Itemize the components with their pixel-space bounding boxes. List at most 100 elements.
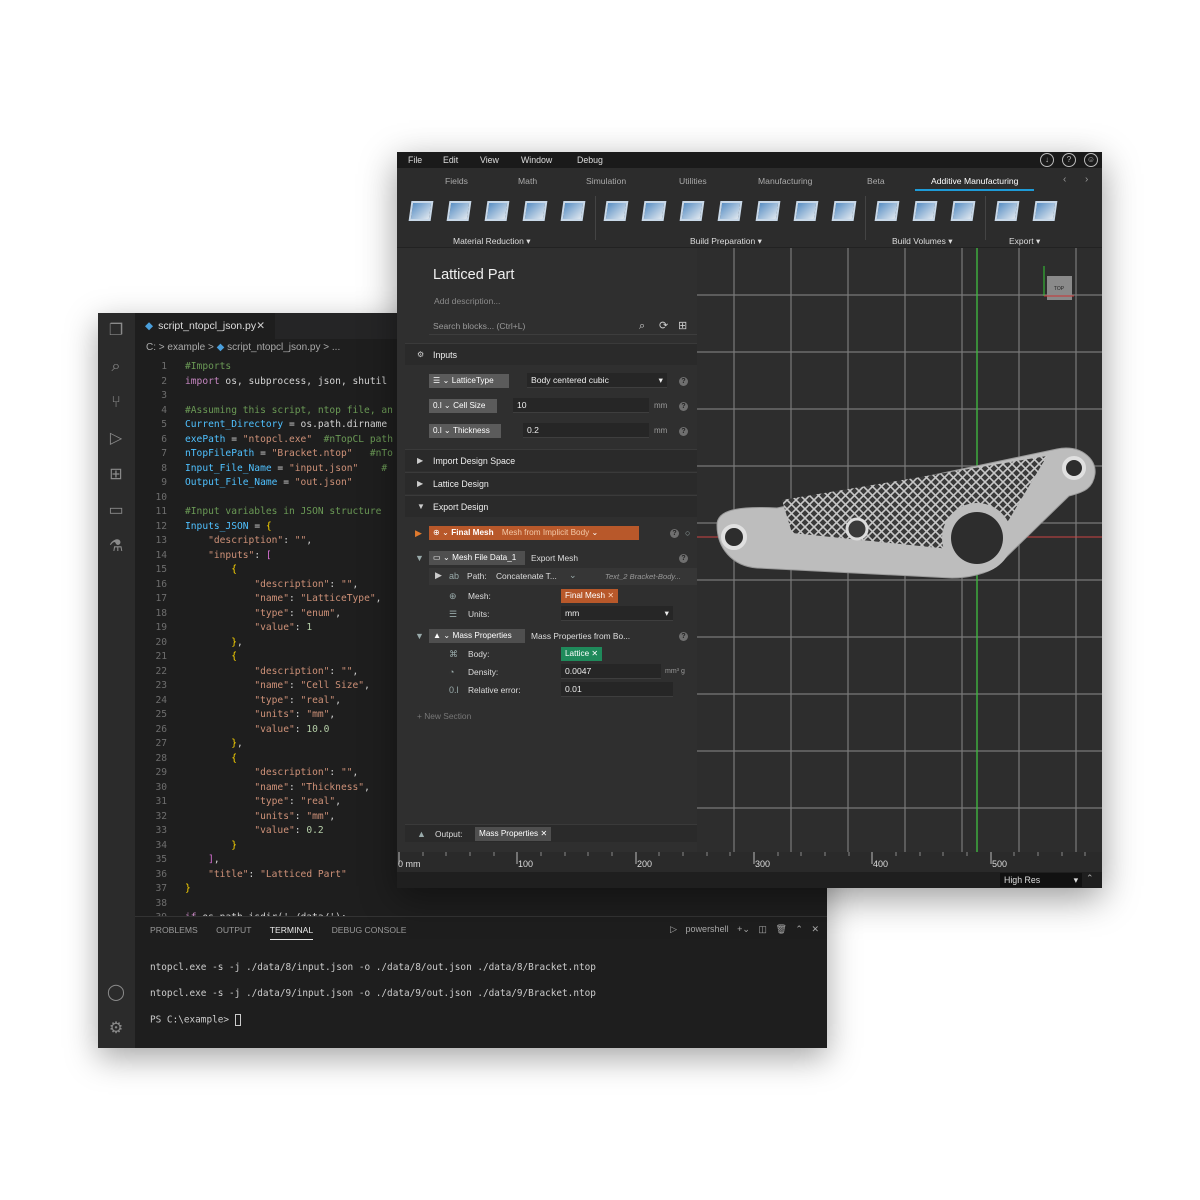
description-field[interactable]: Add description... [434,296,500,306]
settings-gear-icon[interactable]: ⚙ [106,1019,126,1039]
chevron-left-icon[interactable]: ‹ [1063,174,1066,185]
code-line[interactable]: 29 "description": "", [135,766,358,781]
code-line[interactable]: 22 "description": "", [135,665,358,680]
tab-simulation[interactable]: Simulation [586,176,626,186]
tab-terminal[interactable]: TERMINAL [269,925,314,940]
build-prep-tool-3-icon[interactable] [678,198,706,226]
group-build-preparation[interactable]: Build Preparation ▾ [690,236,762,247]
code-line[interactable]: 20 }, [135,636,242,651]
material-reduction-tool-5-icon[interactable] [559,198,587,226]
menu-window[interactable]: Window [521,152,552,168]
group-export[interactable]: Export ▾ [1009,236,1040,247]
explorer-icon[interactable]: ❐ [106,321,126,341]
mesh-row[interactable]: ⊕ Mesh: Final Mesh ✕ [441,587,697,605]
section-inputs[interactable]: ⚙ Inputs [405,343,697,365]
code-line[interactable]: 17 "name": "LatticeType", [135,592,381,607]
code-line[interactable]: 34 } [135,839,237,854]
extensions-icon[interactable]: ⊞ [106,465,126,485]
notebook-title[interactable]: Latticed Part [433,267,514,283]
export-tool-2-icon[interactable] [1031,198,1059,226]
code-line[interactable]: 19 "value": 1 [135,621,312,636]
trash-icon[interactable]: 🗑 [775,924,786,934]
section-lattice-design[interactable]: ▶ Lattice Design [405,472,697,494]
testing-icon[interactable]: ⚗ [106,537,126,557]
tab-problems[interactable]: PROBLEMS [150,925,198,935]
code-line[interactable]: 6 exePath = "ntopcl.exe" #nTopCL path [135,433,393,448]
code-line[interactable]: 12 Inputs_JSON = { [135,520,271,535]
code-line[interactable]: 25 "units": "mm", [135,708,335,723]
code-line[interactable]: 28 { [135,752,237,767]
code-line[interactable]: 36 "title": "Latticed Part" [135,868,346,883]
code-line[interactable]: 1 #Imports [135,360,231,375]
tab-additive-manufacturing[interactable]: Additive Manufacturing [915,176,1035,191]
code-line[interactable]: 14 "inputs": [ [135,549,271,564]
code-line[interactable]: 31 "type": "real", [135,795,341,810]
build-prep-tool-7-icon[interactable] [830,198,858,226]
breadcrumb-file[interactable]: script_ntopcl_json.py [227,342,320,353]
build-volume-tool-3-icon[interactable] [949,198,977,226]
thickness-field[interactable]: 0.2 [523,423,649,438]
block-mesh-file-data[interactable]: ▼ ▭ ⌄ Mesh File Data_1 Export Mesh ? [415,549,697,567]
code-line[interactable]: 9 Output_File_Name = "out.json" [135,476,352,491]
close-panel-icon[interactable]: ✕ [811,924,819,934]
build-prep-tool-4-icon[interactable] [716,198,744,226]
group-build-volumes[interactable]: Build Volumes ▾ [892,236,953,247]
tab-math[interactable]: Math [518,176,537,186]
source-control-icon[interactable]: ⑂ [106,393,126,413]
menu-file[interactable]: File [408,152,422,168]
menu-debug[interactable]: Debug [577,152,603,168]
split-terminal-icon[interactable]: ◫ [758,924,767,934]
download-icon[interactable]: ↓ [1040,153,1054,167]
tab-beta[interactable]: Beta [867,176,885,186]
group-material-reduction[interactable]: Material Reduction ▾ [453,236,531,247]
code-line[interactable]: 2 import os, subprocess, json, shutil [135,375,387,390]
build-prep-tool-5-icon[interactable] [754,198,782,226]
density-row[interactable]: ◔ Density: 0.0047 mm³ g [441,663,697,681]
material-reduction-tool-3-icon[interactable] [483,198,511,226]
code-line[interactable]: 37} [135,882,190,897]
tab-utilities[interactable]: Utilities [679,176,707,186]
code-line[interactable]: 11 #Input variables in JSON structure [135,505,381,520]
help-icon[interactable]: ? [1062,153,1076,167]
body-row[interactable]: ⌘ Body: Lattice ✕ [441,645,697,663]
tab-manufacturing[interactable]: Manufacturing [758,176,812,186]
code-line[interactable]: 23 "name": "Cell Size", [135,679,369,694]
block-mass-properties[interactable]: ▼ ▲ ⌄ Mass Properties Mass Properties fr… [415,627,697,645]
input-row-cell-size[interactable]: 0.l ⌄ Cell Size 10 mm ? [429,397,697,415]
section-export-design[interactable]: ▼ Export Design [405,495,697,517]
build-prep-tool-2-icon[interactable] [640,198,668,226]
run-debug-icon[interactable]: ▷ [106,429,126,449]
code-line[interactable]: 33 "value": 0.2 [135,824,323,839]
code-line[interactable]: 26 "value": 10.0 [135,723,329,738]
code-line[interactable]: 35 ], [135,853,219,868]
density-field[interactable]: 0.0047 [561,664,661,679]
code-line[interactable]: 4 #Assuming this script, ntop file, an [135,404,393,419]
editor-tab[interactable]: ◆ script_ntopcl_json.py ✕ [135,313,275,339]
chevron-right-icon[interactable]: › [1085,174,1088,185]
code-line[interactable]: 5 Current_Directory = os.path.dirname [135,418,387,433]
code-line[interactable]: 3 [135,389,185,404]
material-reduction-tool-2-icon[interactable] [445,198,473,226]
output-chip[interactable]: Mass Properties ✕ [475,827,552,841]
code-line[interactable]: 8 Input_File_Name = "input.json" # [135,462,387,477]
code-line[interactable]: 15 { [135,563,237,578]
build-prep-tool-1-icon[interactable] [602,198,630,226]
code-line[interactable]: 13 "description": "", [135,534,312,549]
close-tab-icon[interactable]: ✕ [256,313,265,339]
code-line[interactable]: 38 [135,897,185,912]
expand-up-icon[interactable]: ⌃ [1086,873,1094,884]
input-row-thickness[interactable]: 0.l ⌄ Thickness 0.2 mm ? [429,422,697,440]
tab-fields[interactable]: Fields [445,176,468,186]
code-line[interactable]: 24 "type": "real", [135,694,341,709]
maximize-panel-icon[interactable]: ⌃ [795,924,803,934]
units-select[interactable]: mm ▾ [561,606,673,621]
material-reduction-tool-4-icon[interactable] [521,198,549,226]
code-line[interactable]: 30 "name": "Thickness", [135,781,369,796]
shell-label[interactable]: powershell [686,924,729,934]
relative-error-row[interactable]: 0.l Relative error: 0.01 [441,681,697,699]
build-volume-tool-2-icon[interactable] [911,198,939,226]
search-blocks-input[interactable]: Search blocks... (Ctrl+L) ⌕ ⟳ ⊞ [429,317,697,335]
code-line[interactable]: 18 "type": "enum", [135,607,341,622]
lattice-type-select[interactable]: Body centered cubic ▾ [527,373,667,388]
new-terminal-icon[interactable]: +⌄ [737,924,750,934]
